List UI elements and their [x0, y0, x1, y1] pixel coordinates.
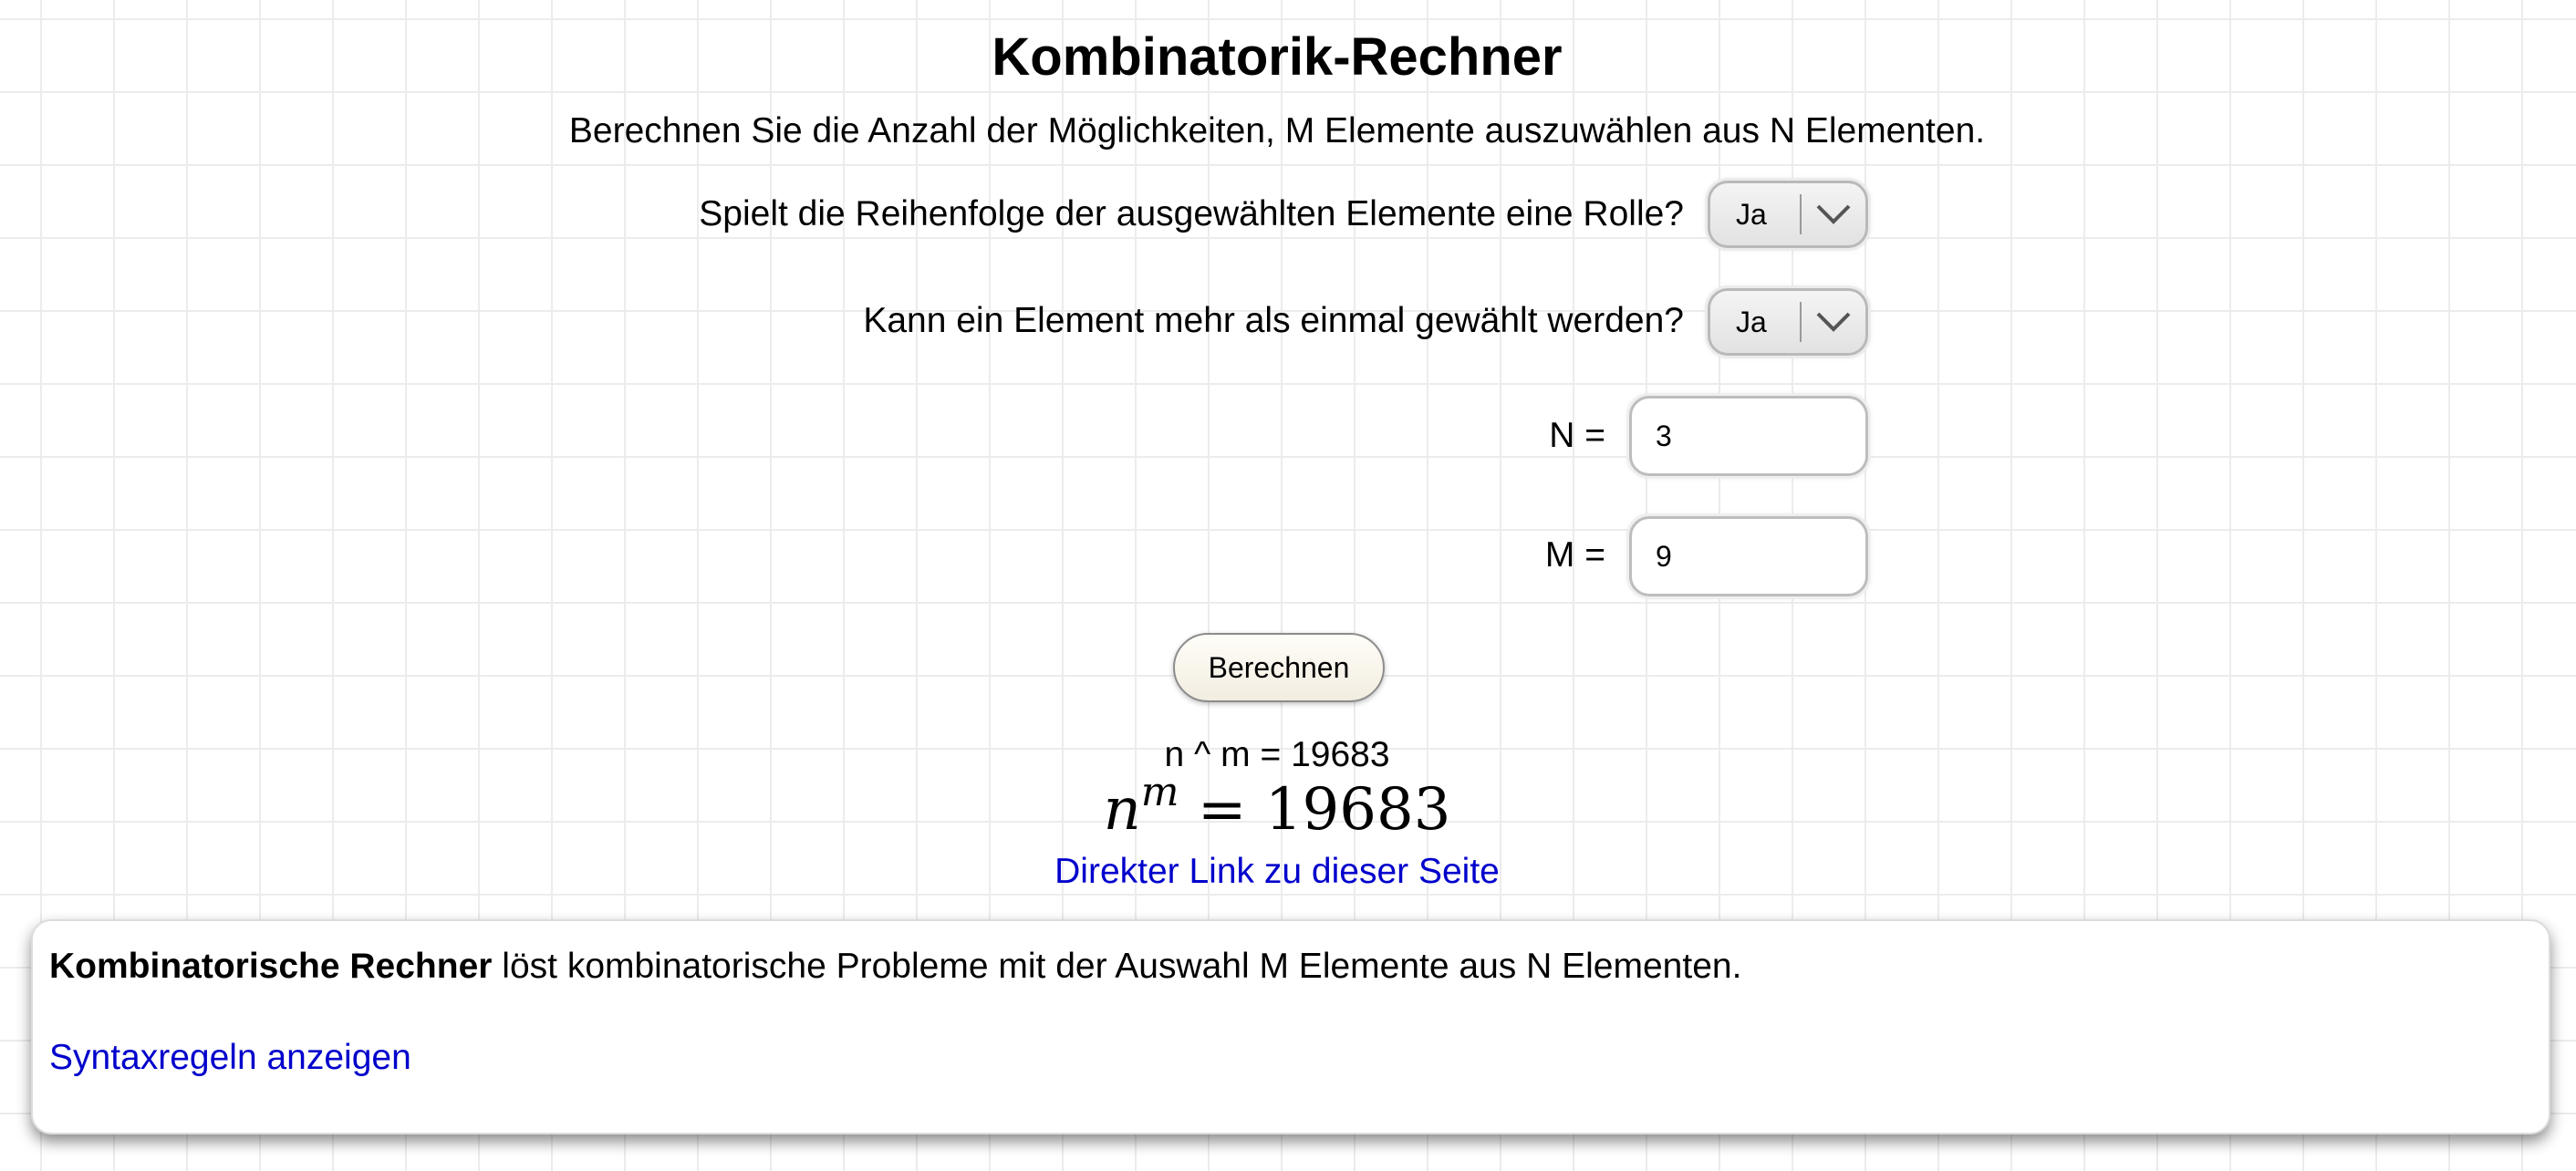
page-subtitle: Berechnen Sie die Anzahl der Möglichkeit…	[568, 111, 1986, 150]
repetition-select-value: Ja	[1736, 305, 1767, 338]
info-bold-title: Kombinatorische Rechner	[49, 947, 493, 986]
chevron-down-icon[interactable]	[1802, 203, 1865, 225]
formula-exponent: m	[1140, 769, 1179, 815]
m-label: M =	[1544, 535, 1605, 575]
calculate-button[interactable]: Berechnen	[1173, 633, 1385, 702]
order-select[interactable]: Ja	[1708, 181, 1868, 248]
direct-link-container: Direkter Link zu dieser Seite	[0, 850, 2554, 894]
result-formula: nm = 19683	[0, 772, 2554, 846]
formula-base: n	[1103, 776, 1141, 844]
page-title: Kombinatorik-Rechner	[992, 27, 1563, 87]
repetition-select[interactable]: Ja	[1708, 288, 1868, 356]
order-question-label: Spielt die Reihenfolge der ausgewählten …	[699, 194, 1684, 233]
syntax-rules-link[interactable]: Syntaxregeln anzeigen	[49, 1036, 411, 1080]
direct-link[interactable]: Direkter Link zu dieser Seite	[1054, 852, 1500, 891]
n-input[interactable]	[1629, 396, 1868, 476]
order-select-value: Ja	[1736, 197, 1767, 231]
info-card: Kombinatorische Rechner löst kombinatori…	[31, 919, 2550, 1135]
chevron-down-icon[interactable]	[1802, 311, 1865, 333]
info-text: löst kombinatorische Probleme mit der Au…	[492, 947, 1742, 986]
repetition-question-label: Kann ein Element mehr als einmal gewählt…	[863, 301, 1684, 340]
m-input[interactable]	[1629, 516, 1868, 596]
n-label: N =	[1549, 416, 1605, 455]
formula-value: = 19683	[1197, 776, 1451, 844]
info-description: Kombinatorische Rechner löst kombinatori…	[49, 945, 1741, 989]
result-text: n ^ m = 19683	[1164, 735, 1390, 774]
